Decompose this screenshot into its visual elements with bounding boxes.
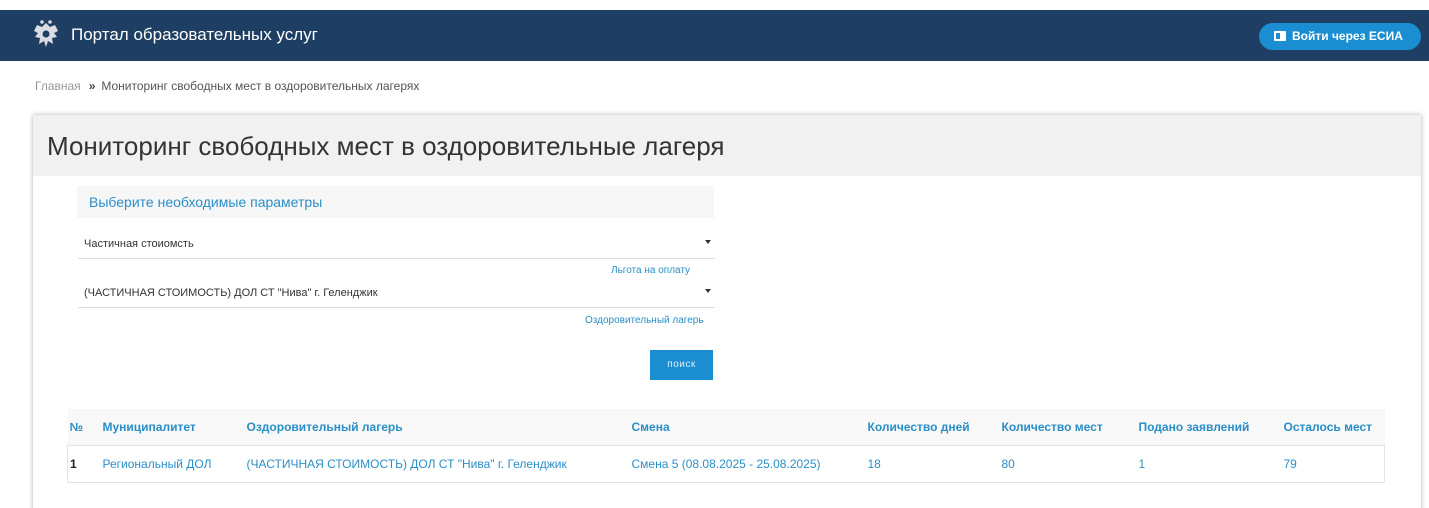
cell-days[interactable]: 18 [867,444,1002,483]
brand-title[interactable]: Портал образовательных услуг [71,25,318,45]
panel-header: Мониторинг свободных мест в оздоровитель… [33,115,1421,176]
camp-select-value: (ЧАСТИЧНАЯ СТОИМОСТЬ) ДОЛ СТ "Нива" г. Г… [84,287,378,299]
benefit-select-hint: Льгота на оплату [611,265,691,276]
column-header-municipality: Муниципалитет [102,409,247,445]
benefit-select-value: Частичная стоиомсть [84,238,194,250]
column-header-camp: Оздоровительный лагерь [246,409,632,445]
column-header-remaining: Осталось мест [1283,409,1385,445]
esia-login-label: Войти через ЕСИА [1292,29,1403,43]
results-table: № Муниципалитет Оздоровительный лагерь С… [67,409,1385,483]
top-navbar: Портал образовательных услуг Войти через… [0,10,1429,61]
coat-of-arms-icon [34,20,58,47]
cell-municipality[interactable]: Региональный ДОЛ [102,444,247,483]
esia-login-button[interactable]: Войти через ЕСИА [1259,23,1421,50]
params-header: Выберите необходимые параметры [77,186,714,218]
column-header-shift: Смена [631,409,868,445]
breadcrumb-separator: » [88,79,96,93]
monitoring-panel: Мониторинг свободных мест в оздоровитель… [33,115,1421,508]
column-header-applications: Подано заявлений [1138,409,1284,445]
chevron-down-icon [705,240,711,244]
table-row: 1 Региональный ДОЛ (ЧАСТИЧНАЯ СТОИМОСТЬ)… [67,444,1385,483]
table-header-row: № Муниципалитет Оздоровительный лагерь С… [67,409,1385,445]
breadcrumb-current: Мониторинг свободных мест в оздоровитель… [101,79,420,93]
cell-applications[interactable]: 1 [1138,444,1284,483]
cell-number: 1 [67,444,103,483]
camp-select-hint: Оздоровительный лагерь [585,315,704,326]
cell-shift[interactable]: Смена 5 (08.08.2025 - 25.08.2025) [631,444,868,483]
benefit-select[interactable]: Частичная стоиомсть [78,227,715,259]
column-header-number: № [67,409,103,445]
login-icon [1274,31,1286,41]
breadcrumb-home-link[interactable]: Главная [35,79,81,93]
camp-select[interactable]: (ЧАСТИЧНАЯ СТОИМОСТЬ) ДОЛ СТ "Нива" г. Г… [78,276,715,308]
cell-camp[interactable]: (ЧАСТИЧНАЯ СТОИМОСТЬ) ДОЛ СТ "Нива" г. Г… [246,444,632,483]
column-header-days: Количество дней [867,409,1002,445]
chevron-down-icon [705,289,711,293]
page-title: Мониторинг свободных мест в оздоровитель… [47,131,725,161]
cell-remaining[interactable]: 79 [1283,444,1385,483]
search-button[interactable]: поиск [650,350,713,380]
params-title: Выберите необходимые параметры [89,194,323,210]
breadcrumb: Главная » Мониторинг свободных мест в оздо… [35,79,419,93]
cell-places[interactable]: 80 [1001,444,1139,483]
column-header-places: Количество мест [1001,409,1139,445]
